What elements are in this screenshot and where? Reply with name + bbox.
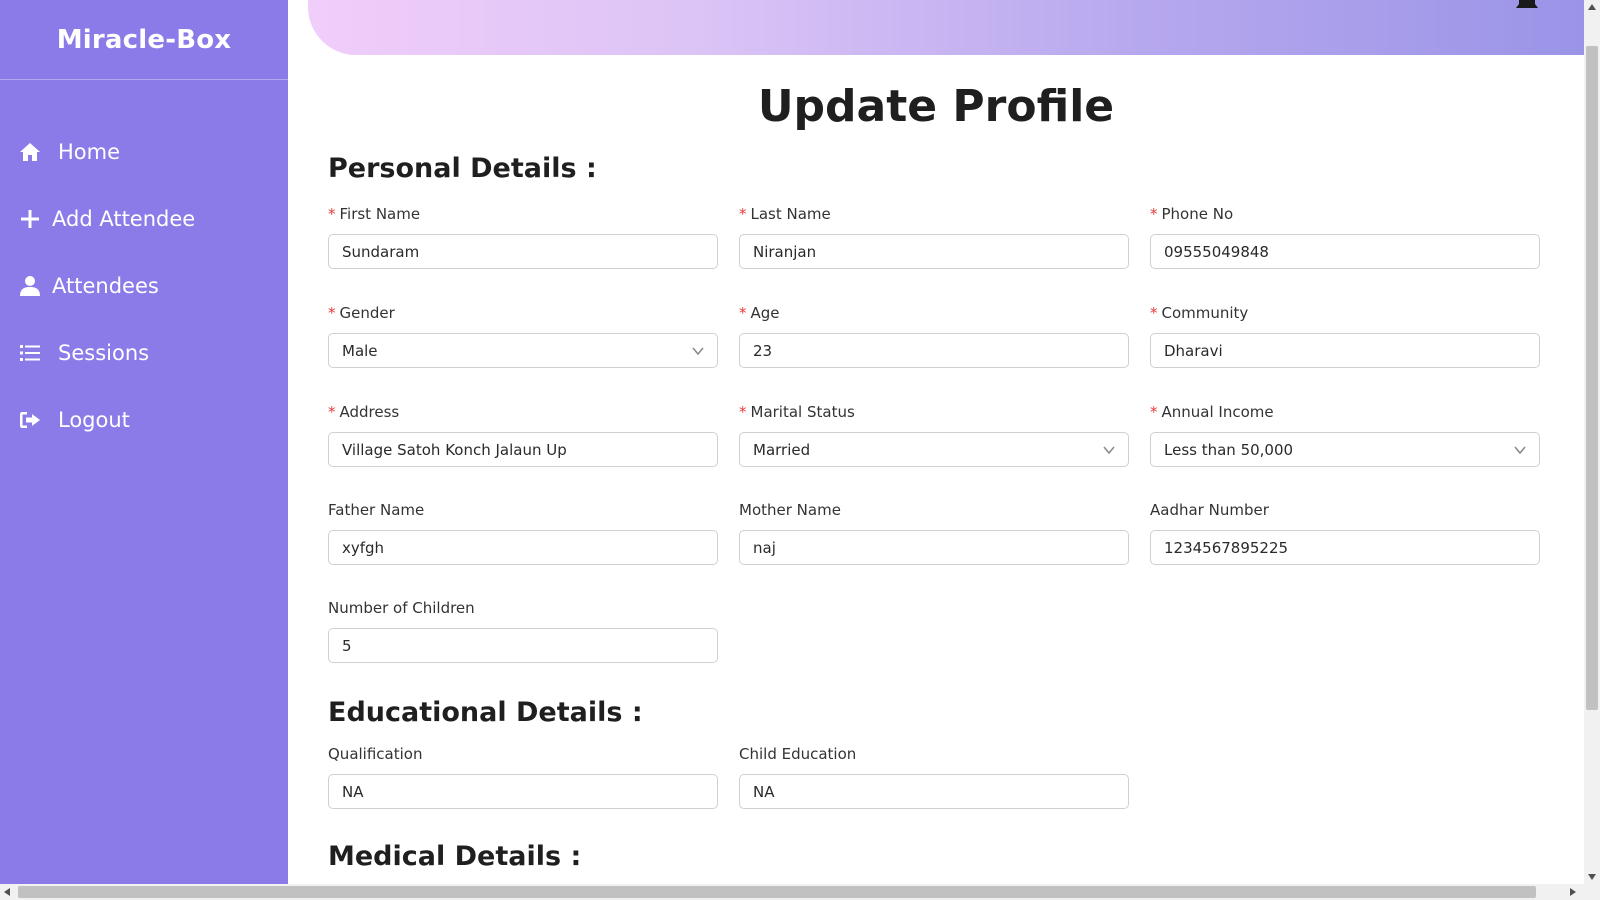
marital-status-value: Married (753, 440, 811, 459)
community-input[interactable]: Dharavi (1150, 333, 1540, 368)
age-group: * Age 23 (739, 304, 1129, 368)
vertical-scroll-thumb[interactable] (1586, 46, 1598, 710)
required-marker: * (739, 205, 747, 223)
horizontal-scroll-thumb[interactable] (18, 886, 1536, 898)
address-label: * Address (328, 403, 400, 421)
required-marker: * (739, 304, 747, 322)
sidebar-item-label: Sessions (58, 340, 150, 365)
educational-details-heading: Educational Details : (328, 697, 643, 728)
mother-name-label: Mother Name (739, 501, 841, 519)
sidebar-item-logout[interactable]: Logout (0, 386, 288, 453)
marital-status-label: * Marital Status (739, 403, 855, 421)
logout-icon (16, 406, 44, 434)
gender-label: * Gender (328, 304, 395, 322)
sidebar-item-label: Attendees (52, 273, 159, 298)
brand-logo: Miracle-Box (0, 0, 288, 80)
vertical-scrollbar[interactable] (1584, 0, 1600, 884)
marital-status-select[interactable]: Married (739, 432, 1129, 467)
father-name-label: Father Name (328, 501, 425, 519)
first-name-input[interactable]: Sundaram (328, 234, 718, 269)
community-group: * Community Dharavi (1150, 304, 1540, 368)
sidebar-item-add-attendee[interactable]: Add Attendee (0, 185, 288, 252)
qualification-input[interactable]: NA (328, 774, 718, 809)
father-name-group: Father Name xyfgh (328, 501, 718, 565)
required-marker: * (328, 304, 336, 322)
sidebar-item-label: Add Attendee (52, 206, 196, 231)
list-icon (16, 339, 44, 367)
phone-group: * Phone No 09555049848 (1150, 205, 1540, 269)
first-name-label: * First Name (328, 205, 421, 223)
sidebar: Miracle-Box Home Add Attendee Attendees … (0, 0, 288, 884)
scroll-up-arrow-icon[interactable] (1588, 4, 1596, 10)
required-marker: * (1150, 304, 1158, 322)
address-input[interactable]: Village Satoh Konch Jalaun Up (328, 432, 718, 467)
father-name-input[interactable]: xyfgh (328, 530, 718, 565)
required-marker: * (739, 403, 747, 421)
sidebar-item-sessions[interactable]: Sessions (0, 319, 288, 386)
annual-income-select[interactable]: Less than 50,000 (1150, 432, 1540, 467)
personal-details-heading: Personal Details : (328, 153, 597, 184)
user-icon (16, 272, 44, 300)
annual-income-label: * Annual Income (1150, 403, 1274, 421)
scroll-left-arrow-icon[interactable] (4, 888, 10, 896)
community-label: * Community (1150, 304, 1249, 322)
sidebar-item-attendees[interactable]: Attendees (0, 252, 288, 319)
bell-icon[interactable] (1514, 0, 1540, 10)
annual-income-group: * Annual Income Less than 50,000 (1150, 403, 1540, 467)
annual-income-value: Less than 50,000 (1164, 440, 1294, 459)
sidebar-nav: Home Add Attendee Attendees Sessions Log… (0, 118, 288, 453)
child-education-input[interactable]: NA (739, 774, 1129, 809)
children-group: Number of Children 5 (328, 599, 718, 663)
marital-status-group: * Marital Status Married (739, 403, 1129, 467)
age-label: * Age (739, 304, 780, 322)
qualification-group: Qualification NA (328, 745, 718, 809)
horizontal-scrollbar[interactable] (0, 884, 1600, 900)
required-marker: * (328, 205, 336, 223)
required-marker: * (328, 403, 336, 421)
mother-name-input[interactable]: naj (739, 530, 1129, 565)
sidebar-item-label: Home (58, 139, 121, 164)
last-name-input[interactable]: Niranjan (739, 234, 1129, 269)
top-header (308, 0, 1584, 55)
address-group: * Address Village Satoh Konch Jalaun Up (328, 403, 718, 467)
first-name-group: * First Name Sundaram (328, 205, 718, 269)
chevron-down-icon (1102, 443, 1116, 457)
sidebar-item-home[interactable]: Home (0, 118, 288, 185)
phone-input[interactable]: 09555049848 (1150, 234, 1540, 269)
aadhar-group: Aadhar Number 1234567895225 (1150, 501, 1540, 565)
scroll-down-arrow-icon[interactable] (1588, 874, 1596, 880)
qualification-label: Qualification (328, 745, 423, 763)
child-education-group: Child Education NA (739, 745, 1129, 809)
aadhar-input[interactable]: 1234567895225 (1150, 530, 1540, 565)
last-name-group: * Last Name Niranjan (739, 205, 1129, 269)
chevron-down-icon (1513, 443, 1527, 457)
gender-group: * Gender Male (328, 304, 718, 368)
home-icon (16, 138, 44, 166)
phone-label: * Phone No (1150, 205, 1234, 223)
children-input[interactable]: 5 (328, 628, 718, 663)
page-title: Update Profile (757, 81, 1115, 132)
mother-name-group: Mother Name naj (739, 501, 1129, 565)
scroll-right-arrow-icon[interactable] (1570, 888, 1576, 896)
children-label: Number of Children (328, 599, 475, 617)
sidebar-item-label: Logout (58, 407, 130, 432)
main-content: Update Profile Personal Details : * First… (288, 55, 1584, 884)
gender-select[interactable]: Male (328, 333, 718, 368)
medical-details-heading: Medical Details : (328, 841, 582, 872)
last-name-label: * Last Name (739, 205, 831, 223)
gender-value: Male (342, 341, 378, 360)
required-marker: * (1150, 205, 1158, 223)
plus-icon (16, 205, 44, 233)
aadhar-label: Aadhar Number (1150, 501, 1269, 519)
chevron-down-icon (691, 344, 705, 358)
child-education-label: Child Education (739, 745, 857, 763)
required-marker: * (1150, 403, 1158, 421)
age-input[interactable]: 23 (739, 333, 1129, 368)
